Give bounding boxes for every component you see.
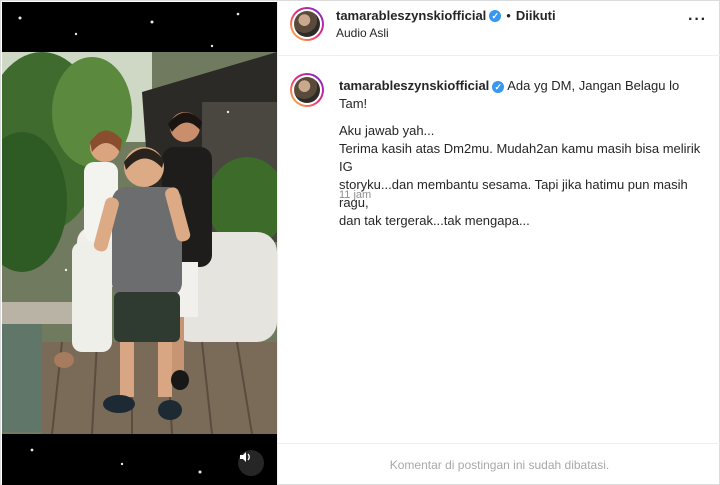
post-modal: tamarableszynskiofficial ✓ • Diikuti Aud… <box>0 0 720 485</box>
speaker-icon <box>240 452 250 462</box>
post-timestamp[interactable]: 11 jam <box>339 189 371 201</box>
caption-line: dan tak tergerak...tak mengapa... <box>339 213 530 228</box>
header-user-row: tamarableszynskiofficial ✓ • Diikuti <box>336 8 556 23</box>
video-frame-illustration <box>2 2 277 485</box>
header-username[interactable]: tamarableszynskiofficial <box>336 8 486 23</box>
caption-first-line: tamarableszynskiofficial ✓ Ada yg DM, Jan… <box>339 77 709 113</box>
original-audio-link[interactable]: Audio Asli <box>336 26 389 40</box>
audio-toggle-button[interactable] <box>238 450 264 476</box>
post-caption: tamarableszynskiofficial ✓ Ada yg DM, Jan… <box>339 77 709 230</box>
verified-badge-icon: ✓ <box>492 81 505 93</box>
verified-badge-icon: ✓ <box>489 9 502 22</box>
caption-avatar[interactable] <box>290 73 324 107</box>
post-details-pane: tamarableszynskiofficial ✓ • Diikuti Aud… <box>277 2 720 485</box>
caption-line: Aku jawab yah... <box>339 123 435 138</box>
caption-username[interactable]: tamarableszynskiofficial <box>339 78 489 93</box>
separator-dot: • <box>506 8 511 23</box>
post-video[interactable] <box>2 2 277 485</box>
comments-disabled-notice: Komentar di postingan ini sudah dibatasi… <box>389 457 610 472</box>
avatar[interactable] <box>290 7 324 41</box>
follow-status-button[interactable]: Diikuti <box>516 8 556 23</box>
caption-line: storyku...dan membantu sesama. Tapi jika… <box>339 177 688 210</box>
post-header: tamarableszynskiofficial ✓ • Diikuti Aud… <box>278 2 720 56</box>
more-options-icon[interactable]: ··· <box>688 11 707 29</box>
comments-footer: Komentar di postingan ini sudah dibatasi… <box>278 443 720 485</box>
caption-line: Terima kasih atas Dm2mu. Mudah2an kamu m… <box>339 141 701 174</box>
